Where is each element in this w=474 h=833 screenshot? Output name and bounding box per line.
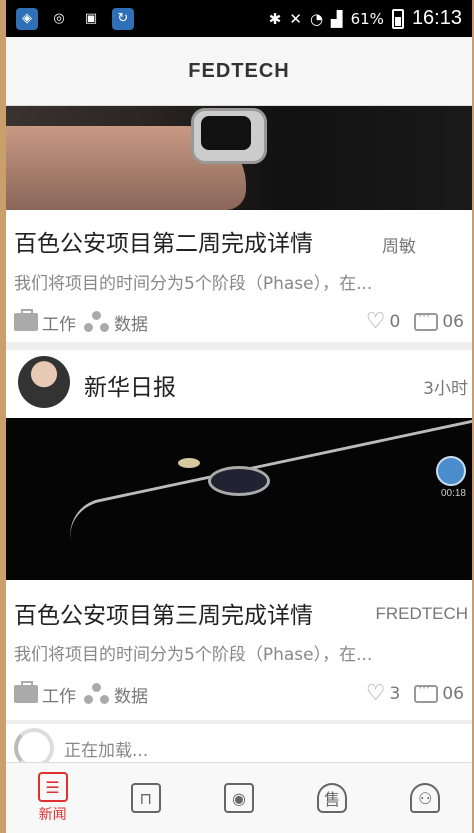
heart-icon: ♡ <box>365 309 386 334</box>
source-row: 新华日报 3小时 <box>6 350 472 416</box>
like-count: 0 <box>389 312 401 332</box>
card-summary: 我们将项目的时间分为5个阶段（Phase），在... <box>14 274 373 294</box>
nav-news[interactable]: ☰ 新闻 <box>23 772 83 824</box>
clock: 16:13 <box>411 7 462 29</box>
news-icon: ☰ <box>37 772 68 802</box>
card-title[interactable]: 百色公安项目第二周完成详情 <box>14 224 313 258</box>
tag-work[interactable]: 工作 <box>14 309 76 335</box>
floating-ball-icon[interactable] <box>436 456 466 486</box>
feed-card[interactable]: 新华日报 3小时 00:18 百色公安项目第三周完成详情 FREDTECH 我们… <box>6 350 472 720</box>
heart-icon: ♡ <box>365 681 386 706</box>
glasses-icon: ◎ <box>53 11 65 26</box>
briefcase-icon <box>14 309 38 331</box>
signal-icon: ▟ <box>331 9 343 28</box>
network-icon <box>84 683 110 705</box>
battery-icon <box>391 8 404 29</box>
briefcase-icon <box>14 681 38 703</box>
card-image[interactable]: 00:18 <box>6 418 472 580</box>
tag-work[interactable]: 工作 <box>14 681 76 707</box>
network-icon <box>84 311 110 333</box>
wifi-icon: ◔ <box>309 9 324 28</box>
comment-count: 06 <box>442 312 464 332</box>
nav-shop[interactable]: ⊓ <box>116 783 176 813</box>
avatar[interactable] <box>18 356 70 408</box>
status-bar: ◈ ◎ ▣ ↻ ✱ ✕ ◔ ▟ 61% 16:13 <box>6 0 472 37</box>
app-header: FEDTECH <box>6 37 472 106</box>
like-button[interactable]: ♡ 3 <box>366 683 401 705</box>
source-name[interactable]: 新华日报 <box>84 368 176 402</box>
sell-shield-icon: 售 <box>317 783 348 813</box>
card-meta: 工作 数据 ♡ 0 06 <box>14 309 464 335</box>
nav-watch[interactable]: ◉ <box>209 783 269 813</box>
feed-card[interactable]: 百色公安项目第二周完成详情 周敏 我们将项目的时间分为5个阶段（Phase），在… <box>6 106 472 342</box>
post-time: 3小时 <box>423 379 468 399</box>
loading-row: 正在加载... <box>6 724 472 768</box>
bluetooth-icon: ✱ <box>268 9 282 28</box>
card-title[interactable]: 百色公安项目第三周完成详情 <box>14 596 313 630</box>
shield-icon: ◈ <box>16 7 38 30</box>
bottom-nav: ☰ 新闻 ⊓ ◉ 售 ⚇ <box>6 762 472 833</box>
comment-count: 06 <box>442 684 464 704</box>
sim-icon: ▣ <box>84 11 98 26</box>
like-count: 3 <box>389 684 401 704</box>
phone-screen: ◈ ◎ ▣ ↻ ✱ ✕ ◔ ▟ 61% 16:13 FEDTECH 百色公安项目… <box>6 0 472 833</box>
like-button[interactable]: ♡ 0 <box>366 311 401 333</box>
eye-icon: ◉ <box>223 783 254 813</box>
tag-label: 工作 <box>42 686 76 707</box>
tag-data[interactable]: 数据 <box>84 310 148 335</box>
card-summary: 我们将项目的时间分为5个阶段（Phase），在... <box>14 645 373 665</box>
mute-icon: ✕ <box>289 9 302 28</box>
tag-label: 数据 <box>114 314 148 335</box>
comment-icon <box>414 681 439 703</box>
tag-label: 数据 <box>114 686 148 707</box>
card-meta: 工作 数据 ♡ 3 06 <box>14 681 464 707</box>
video-time: 00:18 <box>440 488 466 499</box>
battery-percent: 61% <box>350 9 384 28</box>
comment-button[interactable]: 06 <box>414 681 464 704</box>
tag-data[interactable]: 数据 <box>84 682 148 707</box>
comment-icon <box>414 309 439 331</box>
card-author: FREDTECH <box>375 604 468 623</box>
brand-title: FEDTECH <box>188 59 290 82</box>
card-author: 周敏 <box>382 237 416 257</box>
nav-sell[interactable]: 售 <box>302 783 362 813</box>
nav-label: 新闻 <box>38 807 67 823</box>
profile-icon: ⚇ <box>410 783 441 813</box>
comment-button[interactable]: 06 <box>414 309 464 332</box>
tag-label: 工作 <box>42 314 76 335</box>
card-image[interactable] <box>6 106 472 210</box>
loading-text: 正在加载... <box>64 740 149 761</box>
sync-icon: ↻ <box>112 7 134 30</box>
bag-icon: ⊓ <box>130 783 161 813</box>
nav-profile[interactable]: ⚇ <box>395 783 455 813</box>
